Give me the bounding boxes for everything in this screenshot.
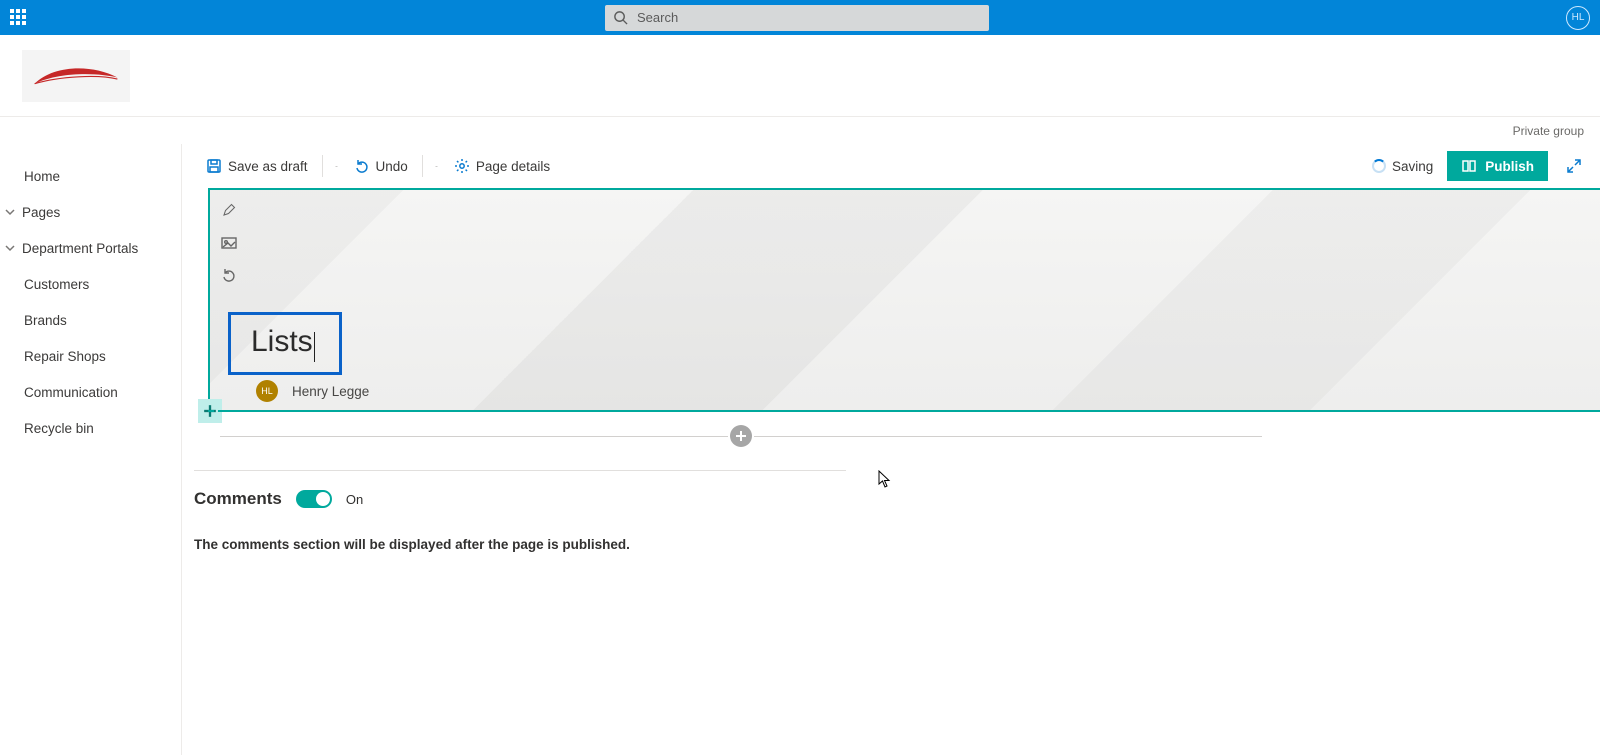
divider-line bbox=[754, 436, 1262, 437]
image-icon bbox=[221, 235, 237, 251]
pencil-icon bbox=[221, 203, 237, 219]
save-draft-button[interactable]: Save as draft bbox=[200, 144, 314, 188]
nav-pages[interactable]: Pages bbox=[0, 194, 181, 230]
saving-status: Saving bbox=[1372, 159, 1433, 174]
content-area: Save as draft Undo Page details Saving bbox=[182, 144, 1600, 755]
chevron-down-icon bbox=[4, 206, 16, 218]
nav-brands[interactable]: Brands bbox=[0, 302, 181, 338]
page-title-input[interactable]: Lists bbox=[228, 312, 342, 375]
nav-recycle-bin[interactable]: Recycle bin bbox=[0, 410, 181, 446]
nav-dept-label: Department Portals bbox=[22, 241, 138, 256]
search-input[interactable] bbox=[605, 5, 989, 31]
undo-icon bbox=[354, 158, 370, 174]
site-logo[interactable] bbox=[22, 50, 130, 102]
left-nav: Home Pages Department Portals Customers … bbox=[0, 144, 182, 755]
app-launcher-icon[interactable] bbox=[10, 9, 28, 27]
save-draft-chevron[interactable] bbox=[331, 161, 342, 172]
nav-customers[interactable]: Customers bbox=[0, 266, 181, 302]
add-webpart-line bbox=[220, 430, 1262, 442]
plus-icon bbox=[735, 430, 747, 442]
app-bar: HL bbox=[0, 0, 1600, 35]
undo-button[interactable]: Undo bbox=[348, 144, 414, 188]
comments-toggle-state: On bbox=[346, 492, 363, 507]
title-toolbox bbox=[218, 200, 242, 286]
save-icon bbox=[206, 158, 222, 174]
reset-button[interactable] bbox=[218, 264, 240, 286]
gear-icon bbox=[454, 158, 470, 174]
group-privacy-label: Private group bbox=[1513, 124, 1584, 138]
comments-heading: Comments bbox=[194, 489, 282, 509]
image-layout-button[interactable] bbox=[218, 232, 240, 254]
add-webpart-button[interactable] bbox=[730, 425, 752, 447]
title-area[interactable]: Lists HL Henry Legge bbox=[208, 188, 1600, 412]
command-bar: Save as draft Undo Page details Saving bbox=[182, 144, 1600, 188]
nav-pages-label: Pages bbox=[22, 205, 60, 220]
chevron-down-icon bbox=[4, 242, 16, 254]
divider bbox=[194, 470, 846, 471]
section-divider bbox=[208, 410, 1600, 412]
comments-message: The comments section will be displayed a… bbox=[194, 537, 846, 552]
undo-chevron[interactable] bbox=[431, 161, 442, 172]
nav-communication[interactable]: Communication bbox=[0, 374, 181, 410]
page-details-label: Page details bbox=[476, 159, 550, 174]
mouse-cursor bbox=[878, 470, 892, 488]
page-details-button[interactable]: Page details bbox=[448, 144, 556, 188]
nav-dept-portals[interactable]: Department Portals bbox=[0, 230, 181, 266]
nav-repair-shops[interactable]: Repair Shops bbox=[0, 338, 181, 374]
nav-home[interactable]: Home bbox=[0, 158, 181, 194]
author-name: Henry Legge bbox=[292, 384, 369, 399]
site-header bbox=[0, 35, 1600, 117]
divider-line bbox=[220, 436, 728, 437]
search-icon bbox=[613, 10, 628, 25]
saving-label: Saving bbox=[1392, 159, 1433, 174]
undo-label: Undo bbox=[376, 159, 408, 174]
publish-button[interactable]: Publish bbox=[1447, 151, 1548, 181]
edit-pencil-button[interactable] bbox=[218, 200, 240, 222]
spinner-icon bbox=[1372, 159, 1386, 173]
separator bbox=[422, 155, 423, 177]
expand-icon[interactable] bbox=[1566, 158, 1582, 174]
save-draft-label: Save as draft bbox=[228, 159, 308, 174]
comments-toggle[interactable] bbox=[296, 490, 332, 508]
text-caret bbox=[314, 332, 315, 362]
page-author[interactable]: HL Henry Legge bbox=[256, 380, 369, 402]
user-avatar[interactable]: HL bbox=[1566, 6, 1590, 30]
separator bbox=[322, 155, 323, 177]
publish-icon bbox=[1461, 158, 1477, 174]
page-title-text: Lists bbox=[251, 325, 313, 358]
search-wrapper bbox=[605, 5, 989, 31]
comments-section: Comments On The comments section will be… bbox=[186, 470, 846, 552]
undo-icon bbox=[221, 267, 237, 283]
group-privacy-strip: Private group bbox=[0, 117, 1600, 144]
publish-label: Publish bbox=[1485, 159, 1534, 174]
author-avatar: HL bbox=[256, 380, 278, 402]
